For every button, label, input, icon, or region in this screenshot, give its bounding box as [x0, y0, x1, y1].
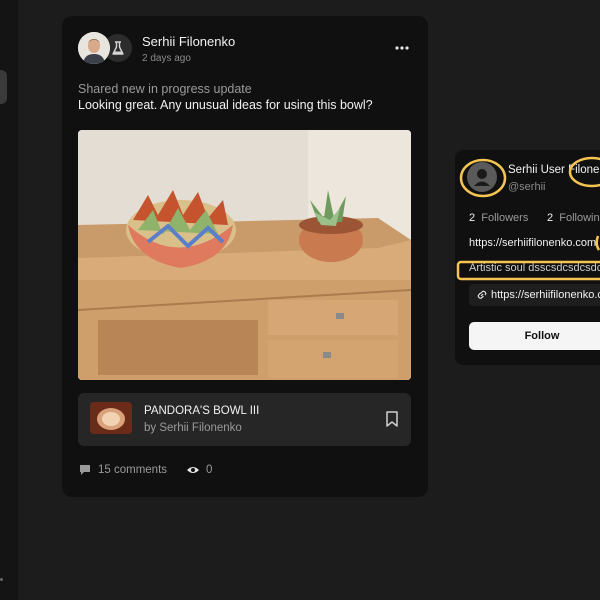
user-icon — [474, 169, 490, 186]
follow-button[interactable]: Follow — [469, 322, 600, 350]
profile-hover-card: Serhii User Filonenko @serhii 2 Follower… — [455, 150, 600, 365]
post-card: Serhii Filonenko 2 days ago Shared new i… — [62, 16, 428, 497]
project-thumbnail — [90, 402, 132, 434]
link-icon — [477, 290, 487, 299]
sidebar-active-tab[interactable] — [0, 70, 7, 104]
following-label: Following — [559, 212, 600, 224]
project-title: PANDORA'S BOWL III — [144, 405, 260, 417]
profile-name[interactable]: Serhii User Filonenko — [508, 164, 600, 176]
following-count: 2 — [547, 212, 554, 224]
shared-update-label: Shared new in progress update — [78, 82, 252, 96]
sidebar — [0, 0, 18, 600]
project-author: by Serhii Filonenko — [144, 422, 242, 434]
post-timestamp: 2 days ago — [142, 53, 191, 64]
post-avatar-group[interactable] — [78, 32, 134, 64]
comment-icon — [80, 465, 90, 475]
views-count: 0 — [206, 464, 213, 476]
comments-count: 15 comments — [98, 464, 168, 476]
eye-icon — [187, 467, 199, 473]
bookmark-icon — [386, 411, 398, 427]
bookmark-button[interactable] — [383, 409, 401, 429]
profile-handle: @serhii — [508, 181, 546, 193]
profile-bio: Artistic soul dsscsdcsdcsdcs — [469, 262, 600, 274]
profile-website[interactable]: https://serhiifilonenko.com — [469, 237, 596, 249]
followers-count: 2 — [469, 212, 476, 224]
sidebar-dot — [0, 578, 3, 581]
profile-link[interactable]: https://serhiifilonenko.com — [469, 284, 600, 306]
followers-label: Followers — [481, 212, 529, 224]
post-author-name[interactable]: Serhii Filonenko — [142, 34, 235, 49]
post-image[interactable] — [78, 130, 411, 380]
avatar — [78, 32, 110, 64]
project-card[interactable]: PANDORA'S BOWL III by Serhii Filonenko — [78, 393, 411, 446]
more-options-button[interactable] — [392, 38, 412, 58]
more-icon — [395, 46, 409, 50]
followers-stat[interactable]: 2 Followers — [469, 212, 528, 224]
profile-avatar[interactable] — [467, 162, 497, 192]
post-text: Looking great. Any unusual ideas for usi… — [78, 98, 373, 112]
following-stat[interactable]: 2 Following — [547, 212, 600, 224]
profile-link-text: https://serhiifilonenko.com — [491, 289, 600, 301]
